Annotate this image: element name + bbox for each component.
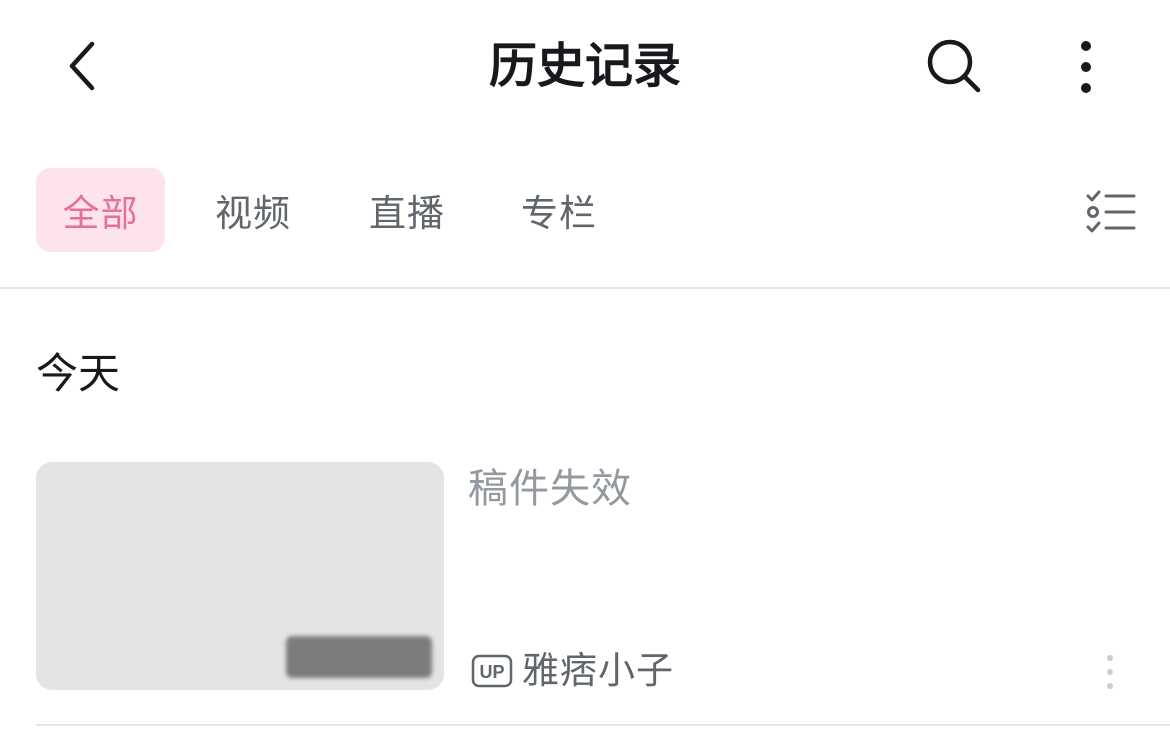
history-item[interactable]: 稿件失效 UP 雅痞小子 (0, 460, 1170, 726)
up-badge-label: UP (479, 662, 504, 682)
chevron-left-icon (69, 41, 95, 91)
checklist-icon (1086, 190, 1136, 233)
header-divider (0, 287, 1170, 289)
tab-live[interactable]: 直播 (350, 168, 464, 252)
duration-badge (286, 636, 432, 678)
back-button[interactable] (50, 28, 114, 104)
tab-column[interactable]: 专栏 (502, 168, 616, 252)
more-options-button[interactable] (1058, 30, 1114, 102)
section-title-today: 今天 (36, 349, 121, 398)
item-more-button[interactable] (1094, 646, 1126, 698)
tab-video[interactable]: 视频 (196, 168, 310, 252)
more-vertical-icon (1107, 655, 1113, 689)
tab-all[interactable]: 全部 (36, 168, 165, 252)
page-title: 历史记录 (488, 38, 681, 94)
search-icon (927, 39, 981, 93)
search-button[interactable] (918, 30, 990, 102)
uploader-name[interactable]: 雅痞小子 (522, 648, 674, 694)
more-vertical-icon (1081, 41, 1091, 93)
video-thumbnail (36, 462, 444, 690)
filter-tabs: 全部 视频 直播 专栏 (0, 166, 1170, 254)
up-badge-icon: UP (471, 654, 513, 688)
batch-edit-button[interactable] (1080, 184, 1142, 240)
item-title: 稿件失效 (468, 466, 632, 512)
item-divider (36, 724, 1170, 726)
top-bar: 历史记录 (0, 0, 1170, 135)
